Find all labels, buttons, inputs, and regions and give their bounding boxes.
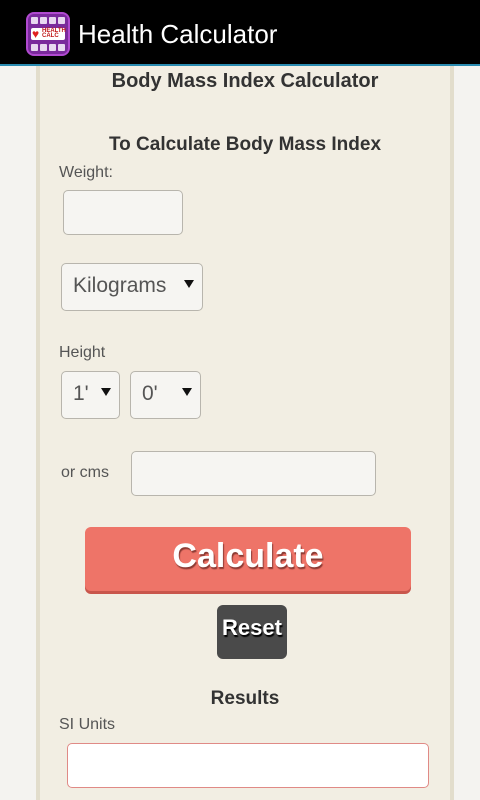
- calculate-button[interactable]: Calculate: [85, 527, 411, 591]
- cms-label: or cms: [61, 464, 109, 481]
- app-title: Health Calculator: [78, 19, 278, 49]
- height-feet-select[interactable]: 1': [61, 371, 120, 419]
- dropdown-arrow-icon: [182, 388, 192, 396]
- weight-unit-select[interactable]: Kilograms: [61, 263, 203, 311]
- weight-label: Weight:: [59, 164, 113, 181]
- section-subtitle: To Calculate Body Mass Index: [108, 134, 382, 155]
- si-units-label: SI Units: [59, 716, 116, 733]
- reset-button[interactable]: Reset: [217, 605, 287, 659]
- height-inches-selected: 0': [142, 382, 158, 405]
- results-heading: Results: [210, 688, 280, 709]
- dropdown-arrow-icon: [184, 280, 194, 288]
- page-title: Body Mass Index Calculator: [111, 70, 379, 92]
- app-logo-icon: ♥ HEALTH CALC: [26, 12, 70, 56]
- height-feet-selected: 1': [73, 382, 89, 405]
- weight-input[interactable]: [63, 190, 183, 235]
- weight-unit-selected: Kilograms: [73, 274, 167, 297]
- cms-input[interactable]: [131, 451, 376, 496]
- height-label: Height: [59, 344, 106, 361]
- action-bar: ♥ HEALTH CALC Health Calculator: [0, 0, 480, 66]
- bmi-form-panel: Body Mass Index Calculator To Calculate …: [36, 66, 454, 800]
- si-units-result-field[interactable]: [67, 743, 429, 788]
- dropdown-arrow-icon: [101, 388, 111, 396]
- height-inches-select[interactable]: 0': [130, 371, 201, 419]
